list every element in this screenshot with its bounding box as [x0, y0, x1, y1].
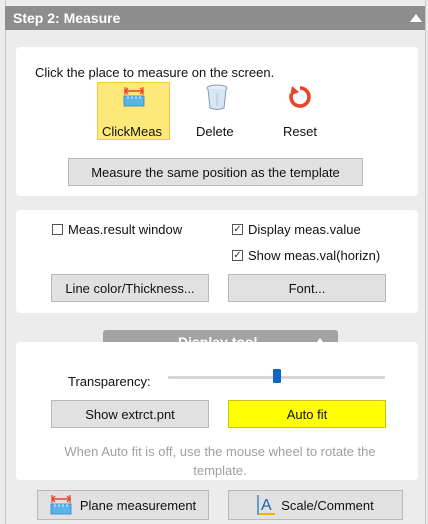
measure-same-position-button[interactable]: Measure the same position as the templat…: [68, 158, 363, 186]
trash-icon: [206, 84, 228, 113]
display-meas-value-checkbox[interactable]: ✓: [232, 224, 243, 235]
delete-label: Delete: [196, 124, 234, 139]
show-meas-val-horizn-label: Show meas.val(horizn): [248, 248, 381, 263]
plane-measurement-label: Plane measurement: [79, 497, 197, 513]
click-meas-label: ClickMeas: [102, 124, 162, 139]
meas-result-window-checkbox[interactable]: [52, 224, 63, 235]
reset-icon: [288, 85, 312, 112]
triangle-up-icon[interactable]: [410, 14, 422, 22]
transparency-label: Transparency:: [68, 374, 151, 389]
show-meas-val-horizn-checkbox[interactable]: ✓: [232, 250, 243, 261]
scale-comment-button[interactable]: A Scale/Comment: [228, 490, 403, 520]
auto-fit-button[interactable]: Auto fit: [228, 400, 386, 428]
show-extrct-pnt-button[interactable]: Show extrct.pnt: [51, 400, 209, 428]
step-header[interactable]: Step 2: Measure: [5, 6, 425, 30]
reset-label: Reset: [283, 124, 317, 139]
scale-comment-label: Scale/Comment: [281, 497, 374, 513]
svg-text:A: A: [261, 497, 272, 514]
slider-thumb[interactable]: [273, 369, 281, 383]
measure-instruction: Click the place to measure on the screen…: [35, 65, 275, 80]
auto-fit-hint: When Auto fit is off, use the mouse whee…: [64, 444, 376, 478]
ruler-icon: [50, 495, 72, 515]
step-title: Step 2: Measure: [13, 10, 121, 26]
display-meas-value-label: Display meas.value: [248, 222, 361, 237]
font-button[interactable]: Font...: [228, 274, 386, 302]
meas-result-window-label: Meas.result window: [68, 222, 183, 237]
ruler-icon: [123, 87, 145, 110]
scale-comment-icon: A: [257, 494, 277, 516]
transparency-slider[interactable]: [168, 369, 385, 387]
plane-measurement-button[interactable]: Plane measurement: [37, 490, 209, 520]
line-color-thickness-button[interactable]: Line color/Thickness...: [51, 274, 209, 302]
